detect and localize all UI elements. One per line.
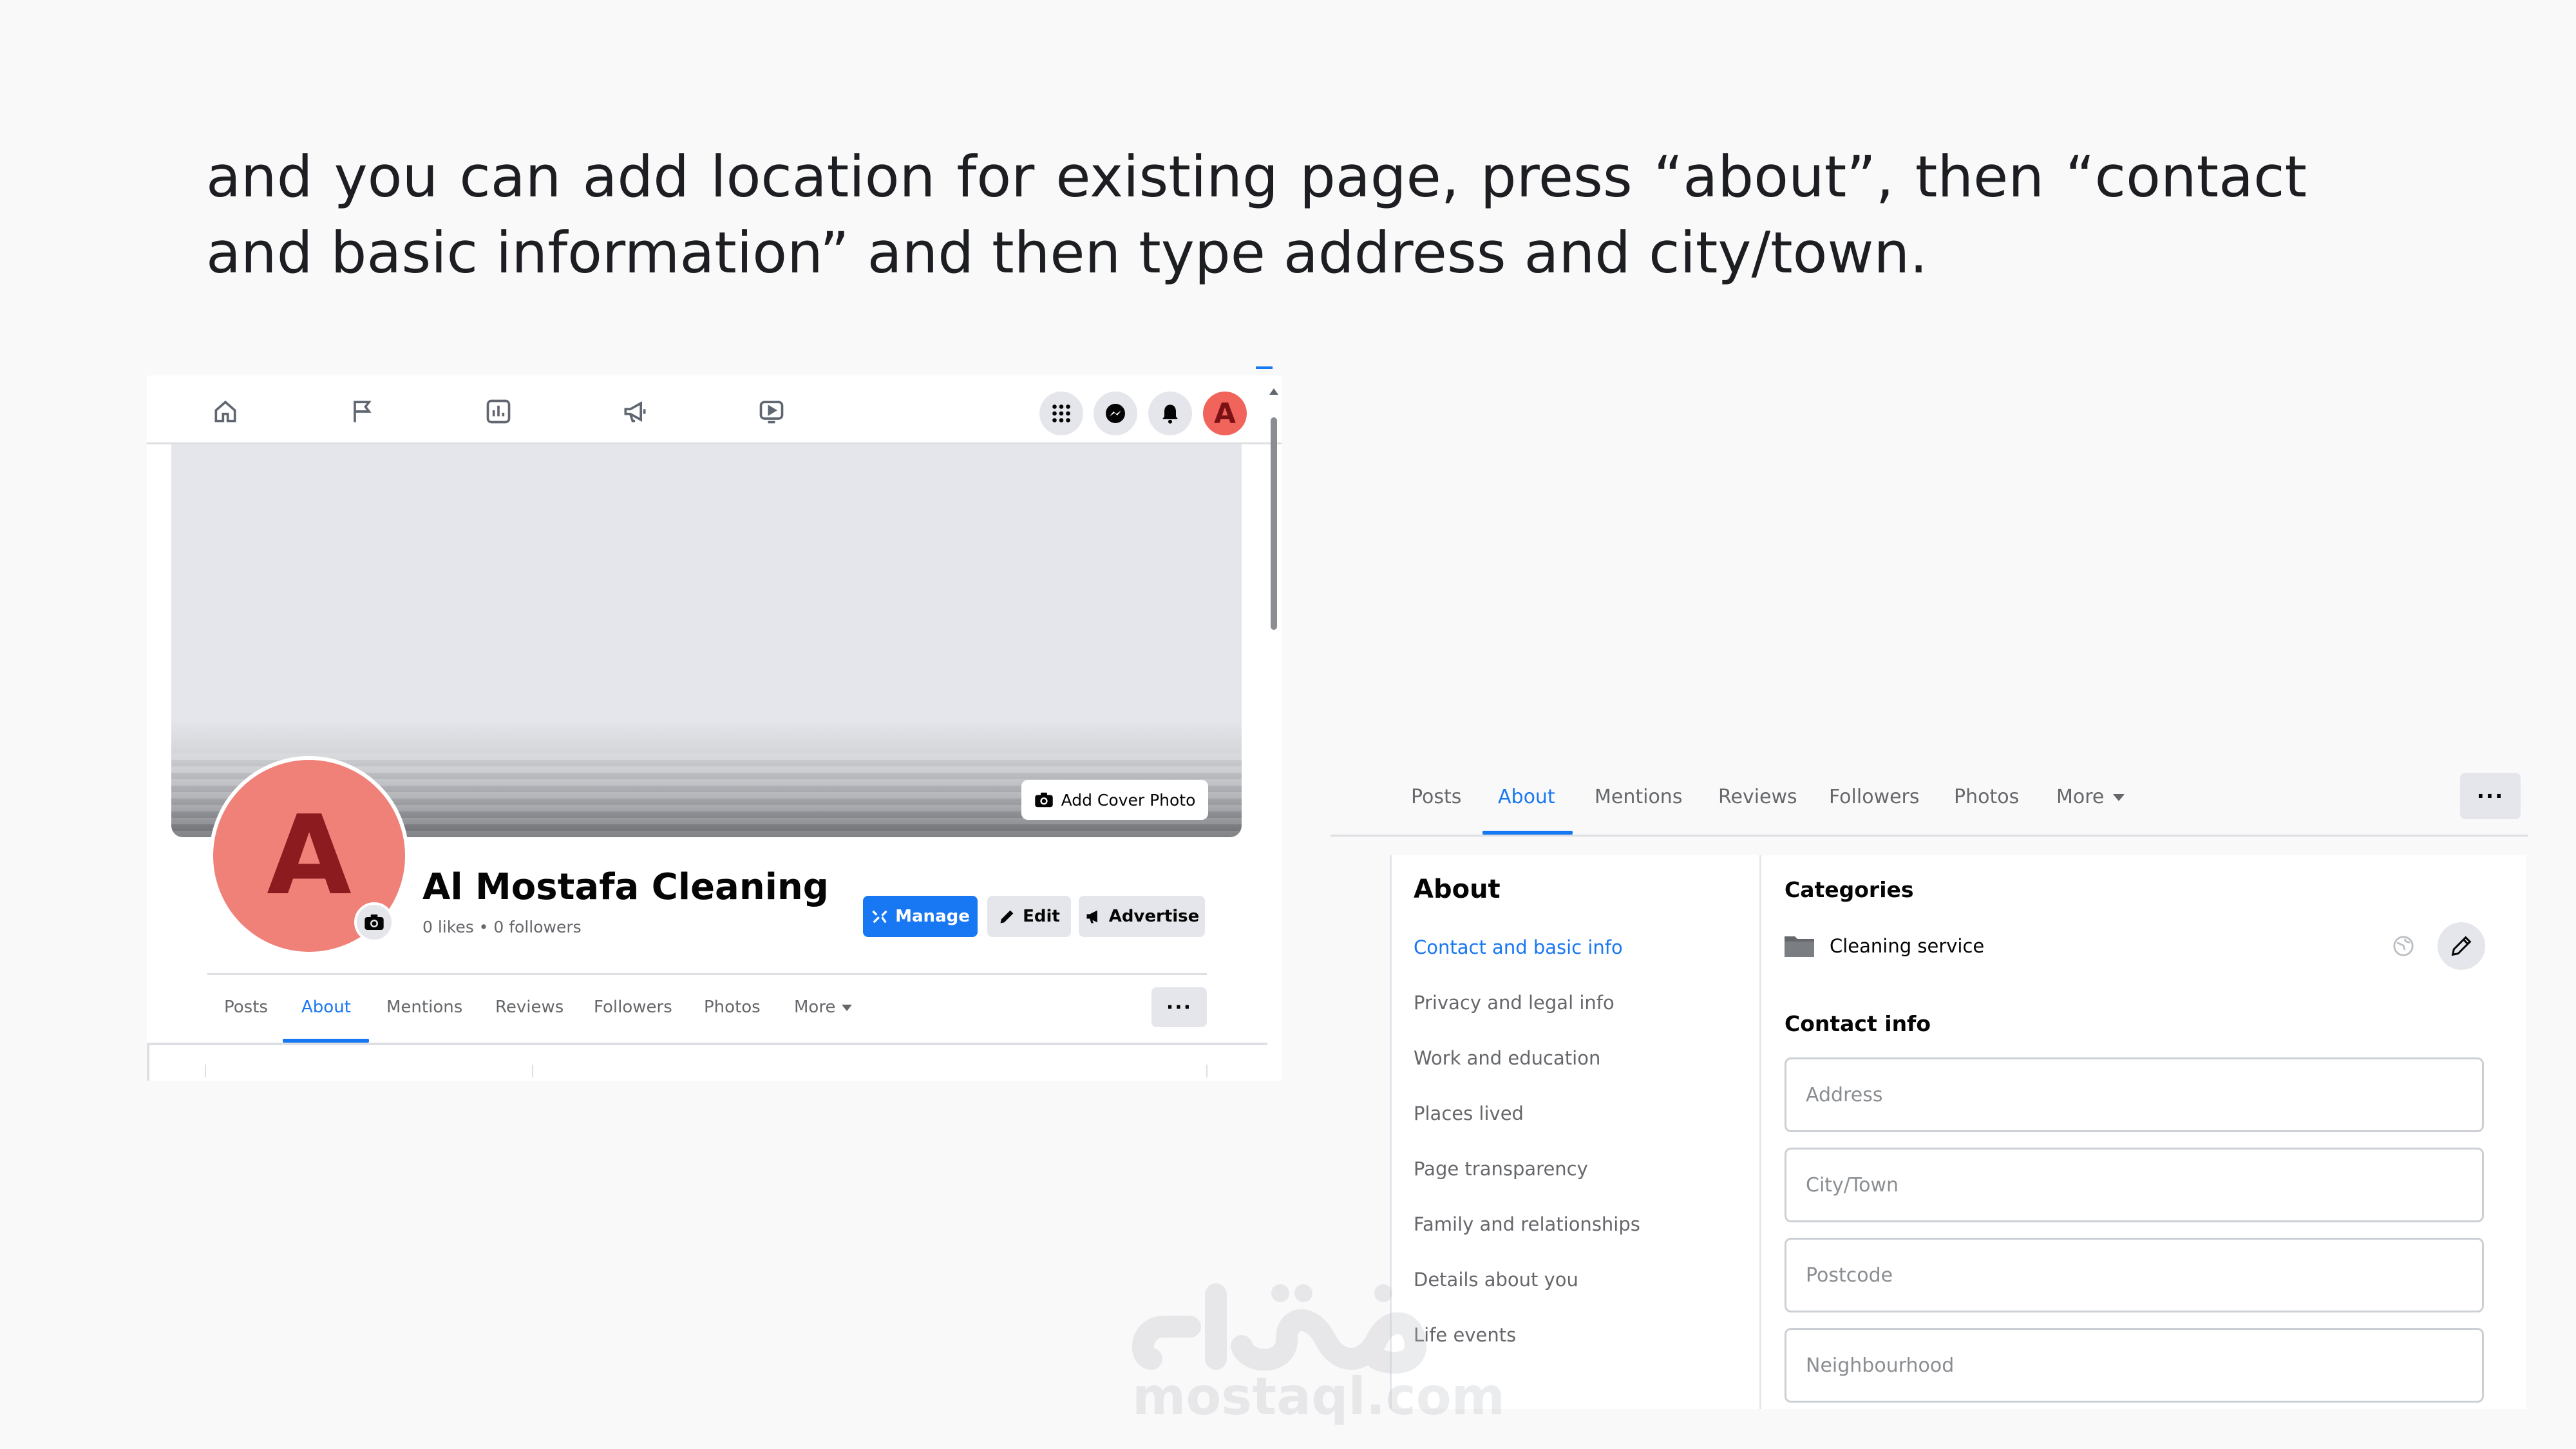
city-field[interactable] — [1785, 1148, 2484, 1222]
page-stats: 0 likes • 0 followers — [422, 918, 582, 936]
globe-icon[interactable] — [2392, 935, 2414, 957]
update-profile-photo-button[interactable] — [354, 902, 394, 942]
about-heading: About — [1414, 875, 1501, 904]
manage-label: Manage — [895, 907, 970, 926]
tab-more-label: More — [2056, 786, 2105, 808]
contact-info-heading: Contact info — [1785, 1011, 1931, 1036]
megaphone-icon — [1086, 910, 1097, 923]
edit-button[interactable]: Edit — [987, 896, 1071, 937]
instruction-text: and you can add location for existing pa… — [206, 144, 2307, 286]
tab-photos[interactable]: Photos — [1954, 786, 2019, 808]
neighbourhood-field[interactable] — [1785, 1328, 2484, 1403]
address-field[interactable] — [1785, 1057, 2484, 1132]
tools-icon — [872, 910, 887, 923]
window-minimize-mark — [1256, 366, 1273, 369]
insights-icon[interactable] — [484, 397, 513, 426]
megaphone-icon[interactable] — [621, 397, 649, 426]
scrollbar[interactable] — [1269, 388, 1278, 1077]
video-icon[interactable] — [757, 397, 786, 426]
tab-mentions[interactable]: Mentions — [386, 998, 462, 1017]
caret-down-icon — [2113, 794, 2125, 801]
flag-icon[interactable] — [348, 397, 376, 426]
about-item-privacy[interactable]: Privacy and legal info — [1414, 992, 1615, 1014]
messenger-icon[interactable] — [1094, 392, 1137, 435]
folder-icon — [1785, 936, 1814, 957]
manage-button[interactable]: Manage — [863, 896, 978, 937]
tab-followers[interactable]: Followers — [594, 998, 672, 1017]
camera-icon — [365, 914, 384, 930]
about-item-contact[interactable]: Contact and basic info — [1414, 936, 1623, 958]
watermark-text: mostaql.com — [1132, 1367, 1505, 1426]
caret-down-icon — [842, 1004, 853, 1011]
about-item-work[interactable]: Work and education — [1414, 1047, 1600, 1069]
tab-more[interactable]: More — [794, 998, 853, 1017]
categories-heading: Categories — [1785, 877, 1914, 902]
more-options-button[interactable]: ··· — [1151, 987, 1207, 1027]
tab-about[interactable]: About — [301, 998, 351, 1017]
left-screenshot: A Add Cover Photo A Al Mostafa Cleaning … — [147, 375, 1282, 1081]
tab-more[interactable]: More — [2056, 786, 2125, 808]
details-panel: Categories Cleaning service Contact info — [1759, 855, 2526, 1409]
scroll-up-arrow-icon[interactable] — [1269, 388, 1278, 395]
about-menu: About Contact and basic info Privacy and… — [1390, 855, 1759, 1409]
tab-mentions[interactable]: Mentions — [1595, 786, 1682, 808]
advertise-label: Advertise — [1108, 907, 1200, 926]
page-title: Al Mostafa Cleaning — [422, 866, 829, 908]
tab-posts[interactable]: Posts — [1411, 786, 1461, 808]
add-cover-photo-label: Add Cover Photo — [1061, 790, 1196, 810]
edit-label: Edit — [1023, 907, 1060, 926]
pencil-icon — [2451, 936, 2472, 956]
bell-icon[interactable] — [1148, 392, 1192, 435]
about-item-places[interactable]: Places lived — [1414, 1103, 1524, 1124]
about-item-transparency[interactable]: Page transparency — [1414, 1158, 1588, 1180]
pencil-icon — [1000, 910, 1014, 923]
watermark-arabic-mark — [1132, 1283, 1427, 1374]
about-item-family[interactable]: Family and relationships — [1414, 1213, 1640, 1235]
watermark-logo: mostaql.com — [1132, 1275, 1505, 1430]
tab-more-label: More — [794, 998, 836, 1017]
tab-reviews[interactable]: Reviews — [495, 998, 564, 1017]
add-cover-photo-button[interactable]: Add Cover Photo — [1021, 780, 1208, 820]
more-options-button[interactable]: ··· — [2460, 773, 2521, 819]
account-avatar[interactable]: A — [1203, 392, 1247, 435]
tab-followers[interactable]: Followers — [1829, 786, 1920, 808]
tab-posts[interactable]: Posts — [224, 998, 268, 1017]
tab-reviews[interactable]: Reviews — [1718, 786, 1797, 808]
postcode-field[interactable] — [1785, 1238, 2484, 1312]
scroll-thumb[interactable] — [1271, 417, 1277, 630]
category-value: Cleaning service — [1830, 935, 1985, 957]
edit-category-button[interactable] — [2438, 922, 2485, 970]
camera-icon — [1034, 792, 1053, 808]
top-navigation: A — [147, 375, 1282, 444]
advertise-button[interactable]: Advertise — [1079, 896, 1205, 937]
tab-photos[interactable]: Photos — [704, 998, 761, 1017]
home-icon[interactable] — [211, 397, 240, 426]
menu-grid-icon[interactable] — [1039, 392, 1083, 435]
tab-about[interactable]: About — [1498, 786, 1555, 808]
profile-letter: A — [267, 792, 352, 920]
